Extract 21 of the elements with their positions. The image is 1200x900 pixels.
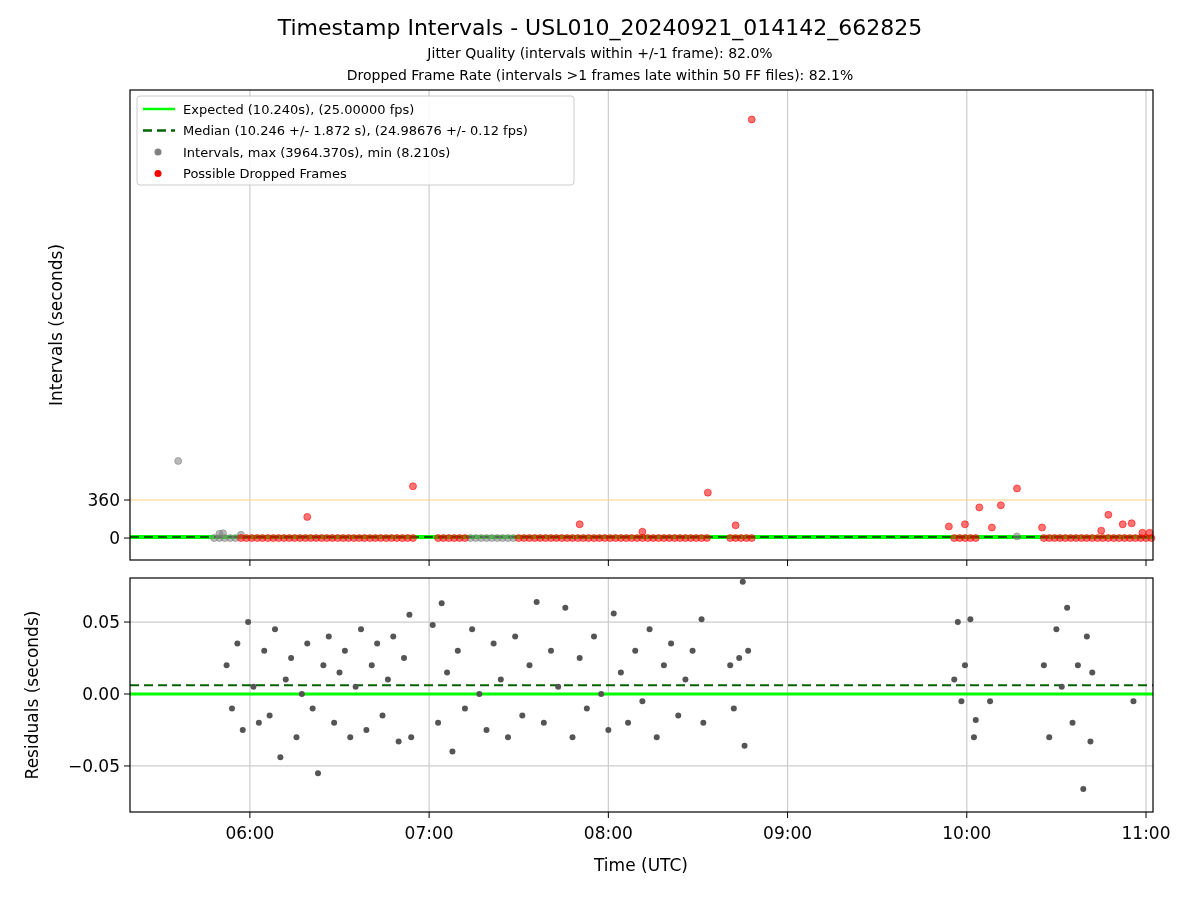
tick-label: 360: [87, 490, 120, 510]
tick-label: 11:00: [1121, 823, 1171, 843]
tick-label: 0: [109, 528, 120, 549]
legend-label: Expected (10.240s), (25.00000 fps): [183, 101, 415, 117]
tick-label: 0.00: [82, 684, 120, 704]
tick-label: 08:00: [583, 823, 633, 843]
legend-label: Intervals, max (3964.370s), min (8.210s): [183, 144, 451, 160]
tick-label: 10:00: [942, 823, 992, 843]
axis-label: Time (UTC): [594, 855, 688, 875]
figure-subtitle: Dropped Frame Rate (intervals >1 frames late within 50 FF files): 82.1%: [346, 66, 854, 85]
tick-label: 09:00: [763, 823, 813, 843]
figure-title: Timestamp Intervals - USL010_20240921_014142_662825: [277, 14, 923, 42]
axis-label: Residuals (seconds): [22, 610, 42, 780]
tick-label: 0.05: [82, 612, 120, 633]
axis-label: Intervals (seconds): [46, 243, 66, 407]
tick-label: −0.05: [67, 755, 120, 776]
legend-label: Possible Dropped Frames: [183, 166, 347, 181]
legend-label: Median (10.246 +/- 1.872 s), (24.98676 +/- 0.12 fps): [183, 123, 528, 138]
tick-label: 07:00: [404, 823, 454, 843]
tick-label: 06:00: [225, 823, 275, 843]
figure-subtitle: Jitter Quality (intervals within +/-1 frame): 82.0%: [427, 44, 773, 63]
